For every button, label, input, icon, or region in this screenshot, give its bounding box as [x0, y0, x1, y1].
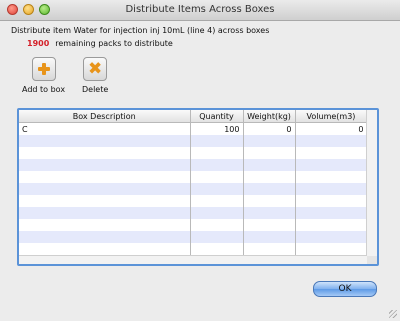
box-description-cell[interactable]: [19, 183, 191, 195]
box-description-cell[interactable]: [19, 147, 191, 159]
vertical-scrollbar[interactable]: [366, 110, 377, 256]
table-row[interactable]: [19, 207, 368, 219]
table-row[interactable]: [19, 135, 368, 147]
title-bar[interactable]: Distribute Items Across Boxes: [0, 0, 400, 21]
remaining-info: 1900 remaining packs to distribute: [27, 39, 173, 48]
weight-cell[interactable]: [243, 219, 296, 231]
table-row[interactable]: [19, 159, 368, 171]
quantity-cell[interactable]: [190, 135, 244, 147]
distribution-description: Distribute item Water for injection inj …: [11, 26, 270, 35]
table-row[interactable]: [19, 171, 368, 183]
table-row[interactable]: [19, 195, 368, 207]
delete-label: Delete: [82, 85, 109, 94]
box-description-cell[interactable]: [19, 231, 191, 243]
box-description-cell[interactable]: [19, 135, 191, 147]
volume-cell[interactable]: [295, 159, 368, 171]
weight-cell[interactable]: [243, 207, 296, 219]
table-row[interactable]: [19, 243, 368, 255]
delete-icon: ✖: [83, 57, 108, 81]
volume-cell[interactable]: [295, 183, 368, 195]
add-box-icon: [31, 57, 56, 81]
ok-button[interactable]: OK: [313, 281, 377, 297]
quantity-cell[interactable]: [190, 159, 244, 171]
box-description-cell[interactable]: [19, 195, 191, 207]
column-header-box-description[interactable]: Box Description: [19, 110, 191, 123]
box-description-cell[interactable]: [19, 159, 191, 171]
quantity-cell[interactable]: [190, 171, 244, 183]
volume-cell[interactable]: [295, 135, 368, 147]
table-header-row: Box Description Quantity Weight(kg) Volu…: [19, 110, 368, 123]
volume-cell[interactable]: [295, 243, 368, 255]
quantity-cell[interactable]: [190, 219, 244, 231]
volume-cell[interactable]: 0: [295, 122, 368, 135]
table-row[interactable]: C 100 0 0: [19, 122, 368, 135]
weight-cell[interactable]: [243, 243, 296, 255]
window-title: Distribute Items Across Boxes: [125, 4, 275, 15]
quantity-cell[interactable]: [190, 183, 244, 195]
box-description-cell[interactable]: C: [19, 122, 191, 135]
scroll-corner: [367, 256, 377, 264]
table-row[interactable]: [19, 147, 368, 159]
weight-cell[interactable]: [243, 159, 296, 171]
volume-cell[interactable]: [295, 207, 368, 219]
quantity-cell[interactable]: [190, 231, 244, 243]
horizontal-scrollbar[interactable]: [19, 255, 367, 264]
weight-cell[interactable]: [243, 135, 296, 147]
quantity-cell[interactable]: 100: [190, 122, 244, 135]
weight-cell[interactable]: [243, 183, 296, 195]
delete-button[interactable]: ✖ Delete: [82, 57, 108, 94]
volume-cell[interactable]: [295, 147, 368, 159]
table-row[interactable]: [19, 231, 368, 243]
remaining-count: 1900: [27, 39, 50, 48]
volume-cell[interactable]: [295, 195, 368, 207]
add-to-box-label: Add to box: [22, 85, 66, 94]
weight-cell[interactable]: [243, 231, 296, 243]
dialog-window: Distribute Items Across Boxes Distribute…: [0, 0, 400, 321]
remaining-label: remaining packs to distribute: [55, 39, 173, 48]
quantity-cell[interactable]: [190, 147, 244, 159]
box-description-cell[interactable]: [19, 207, 191, 219]
quantity-cell[interactable]: [190, 207, 244, 219]
weight-cell[interactable]: [243, 195, 296, 207]
box-description-cell[interactable]: [19, 243, 191, 255]
box-description-cell[interactable]: [19, 219, 191, 231]
column-header-volume[interactable]: Volume(m3): [295, 110, 368, 123]
column-header-weight[interactable]: Weight(kg): [243, 110, 296, 123]
volume-cell[interactable]: [295, 231, 368, 243]
resize-grip-icon[interactable]: [389, 310, 397, 318]
table-row[interactable]: [19, 219, 368, 231]
table-row[interactable]: [19, 183, 368, 195]
weight-cell[interactable]: 0: [243, 122, 296, 135]
weight-cell[interactable]: [243, 147, 296, 159]
quantity-cell[interactable]: [190, 195, 244, 207]
weight-cell[interactable]: [243, 171, 296, 183]
add-to-box-button[interactable]: Add to box: [22, 57, 65, 94]
column-header-quantity[interactable]: Quantity: [190, 110, 244, 123]
quantity-cell[interactable]: [190, 243, 244, 255]
volume-cell[interactable]: [295, 219, 368, 231]
boxes-table[interactable]: Box Description Quantity Weight(kg) Volu…: [17, 108, 379, 266]
box-description-cell[interactable]: [19, 171, 191, 183]
volume-cell[interactable]: [295, 171, 368, 183]
